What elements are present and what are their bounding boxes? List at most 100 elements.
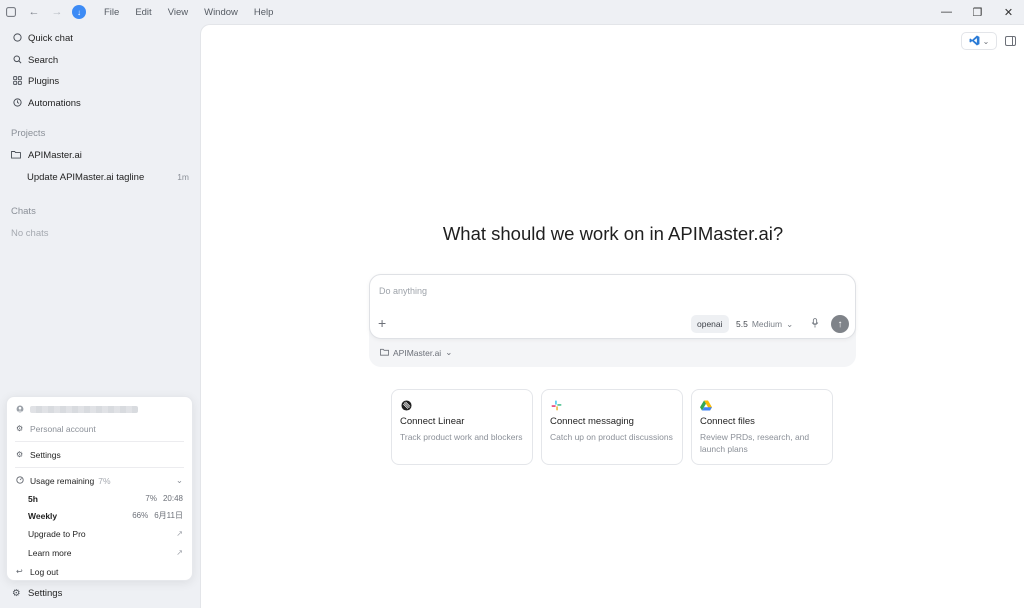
connect-messaging-card[interactable]: Connect messaging Catch up on product di… — [541, 389, 683, 465]
usage-row-percent: 66% — [132, 511, 149, 520]
menu-view[interactable]: View — [160, 7, 196, 18]
sidebar-item-search[interactable]: Search — [0, 50, 200, 72]
window-controls: — ❐ ✕ — [931, 0, 1024, 24]
divider — [15, 441, 184, 442]
back-arrow-icon[interactable]: ← — [26, 4, 42, 20]
sidebar-item-quick-chat[interactable]: Quick chat — [0, 28, 200, 50]
usage-row-5h: 5h 7% 20:48 — [7, 490, 192, 507]
no-chats-text: No chats — [11, 227, 49, 239]
add-attachment-icon[interactable]: + — [378, 316, 386, 330]
external-link-icon: ↗ — [176, 548, 183, 557]
logout-icon: ↩ — [16, 567, 23, 576]
account-email-row — [7, 400, 192, 419]
upgrade-label: Upgrade to Pro — [28, 528, 86, 539]
personal-account-row[interactable]: ⚙ Personal account — [7, 419, 192, 438]
sidebar-settings-button[interactable]: ⚙ Settings — [0, 584, 62, 602]
grid-icon — [11, 76, 23, 87]
connect-linear-card[interactable]: Connect Linear Track product work and bl… — [391, 389, 533, 465]
provider-chip[interactable]: openai — [691, 315, 729, 333]
context-selector[interactable]: APIMaster.ai ⌄ — [380, 347, 452, 358]
connector-cards: Connect Linear Track product work and bl… — [391, 389, 833, 465]
model-version: 5.5 — [736, 319, 748, 329]
composer: Do anything + openai 5.5 Medium ⌄ ↑ APIM… — [369, 274, 856, 367]
gauge-icon — [16, 475, 26, 486]
settings-label: Settings — [30, 449, 61, 460]
microphone-icon[interactable] — [811, 318, 819, 331]
toggle-panel-icon[interactable] — [1005, 36, 1016, 46]
upgrade-to-pro-item[interactable]: Upgrade to Pro ↗ — [7, 524, 192, 543]
prompt-input[interactable]: Do anything + openai 5.5 Medium ⌄ ↑ — [369, 274, 856, 339]
menu-file[interactable]: File — [96, 7, 127, 18]
usage-row-percent: 7% — [145, 494, 157, 503]
linear-logo-icon — [400, 399, 412, 411]
top-right-toolbar: ⌄ — [961, 32, 1016, 50]
send-button[interactable]: ↑ — [831, 315, 849, 333]
sidebar-item-label: Automations — [28, 97, 81, 109]
sidebar-item-label: Plugins — [28, 76, 60, 88]
sidebar-settings-label: Settings — [28, 587, 63, 599]
personal-account-label: Personal account — [30, 423, 96, 434]
settings-menu-item[interactable]: ⚙ Settings — [7, 445, 192, 464]
menu-edit[interactable]: Edit — [127, 7, 159, 18]
main-panel: ⌄ What should we work on in APIMaster.ai… — [200, 24, 1024, 608]
sidebar-item-label: Search — [28, 54, 59, 66]
menu-window[interactable]: Window — [196, 7, 246, 18]
search-icon — [11, 55, 23, 66]
minimize-icon[interactable]: — — [931, 0, 962, 24]
card-title: Connect Linear — [400, 416, 465, 427]
logout-menu-item[interactable]: ↩ Log out — [7, 562, 192, 581]
usage-remaining-row[interactable]: Usage remaining 7% ⌄ — [7, 471, 192, 490]
menu-bar: File Edit View Window Help — [96, 7, 281, 18]
thread-time: 1m — [177, 172, 189, 182]
card-title: Connect messaging — [550, 416, 634, 427]
open-in-editor-button[interactable]: ⌄ — [961, 32, 997, 50]
chat-circle-icon — [11, 33, 23, 44]
page-title: What should we work on in APIMaster.ai? — [442, 223, 784, 244]
usage-row-label: Weekly — [28, 510, 58, 521]
usage-remaining-percent: 7% — [98, 475, 111, 486]
sidebar-toggle-icon[interactable] — [3, 4, 19, 20]
usage-remaining-label: Usage remaining — [30, 475, 95, 486]
chevron-down-icon: ⌄ — [982, 36, 990, 46]
chats-section-label: Chats — [11, 205, 36, 217]
gear-icon: ⚙ — [16, 450, 24, 459]
clock-icon — [11, 98, 23, 109]
usage-row-reset: 6月11日 — [154, 511, 183, 520]
chevron-down-icon: ⌄ — [445, 347, 453, 357]
app-update-icon[interactable]: ↓ — [72, 5, 86, 19]
title-bar: ← → ↓ File Edit View Window Help — ❐ ✕ — [0, 0, 1024, 24]
sidebar-item-label: Quick chat — [28, 33, 73, 45]
chevron-down-icon[interactable]: ⌄ — [176, 475, 183, 486]
logout-label: Log out — [30, 566, 59, 577]
model-selector[interactable]: 5.5 Medium ⌄ — [736, 315, 793, 333]
user-icon — [16, 405, 26, 415]
sidebar-item-plugins[interactable]: Plugins — [0, 71, 200, 93]
folder-icon — [380, 348, 389, 358]
menu-help[interactable]: Help — [246, 7, 282, 18]
card-description: Review PRDs, research, and launch plans — [700, 432, 810, 454]
thread-title: Update APIMaster.ai tagline — [27, 171, 145, 183]
chevron-down-icon: ⌄ — [786, 318, 794, 329]
learn-more-item[interactable]: Learn more ↗ — [7, 543, 192, 562]
forward-arrow-icon[interactable]: → — [49, 4, 65, 20]
projects-section-label: Projects — [11, 127, 46, 139]
gear-icon: ⚙ — [16, 424, 24, 433]
close-icon[interactable]: ✕ — [993, 0, 1024, 24]
redacted-email — [30, 406, 138, 413]
card-description: Track product work and blockers — [400, 432, 523, 442]
restore-icon[interactable]: ❐ — [962, 0, 993, 24]
sidebar-item-automations[interactable]: Automations — [0, 93, 200, 115]
slack-logo-icon — [550, 399, 562, 411]
connect-files-card[interactable]: Connect files Review PRDs, research, and… — [691, 389, 833, 465]
project-name: APIMaster.ai — [28, 149, 82, 161]
usage-row-weekly: Weekly 66% 6月11日 — [7, 507, 192, 524]
learn-more-label: Learn more — [28, 547, 72, 558]
card-description: Catch up on product discussions — [550, 432, 673, 442]
card-title: Connect files — [700, 416, 755, 427]
context-label: APIMaster.ai — [393, 347, 442, 358]
thread-item[interactable]: Update APIMaster.ai tagline 1m — [0, 166, 200, 188]
account-menu: ⚙ Personal account ⚙ Settings Usage rema… — [6, 396, 193, 581]
model-effort: Medium — [751, 319, 783, 329]
sidebar-project-item[interactable]: APIMaster.ai — [0, 144, 200, 166]
external-link-icon: ↗ — [176, 529, 183, 538]
